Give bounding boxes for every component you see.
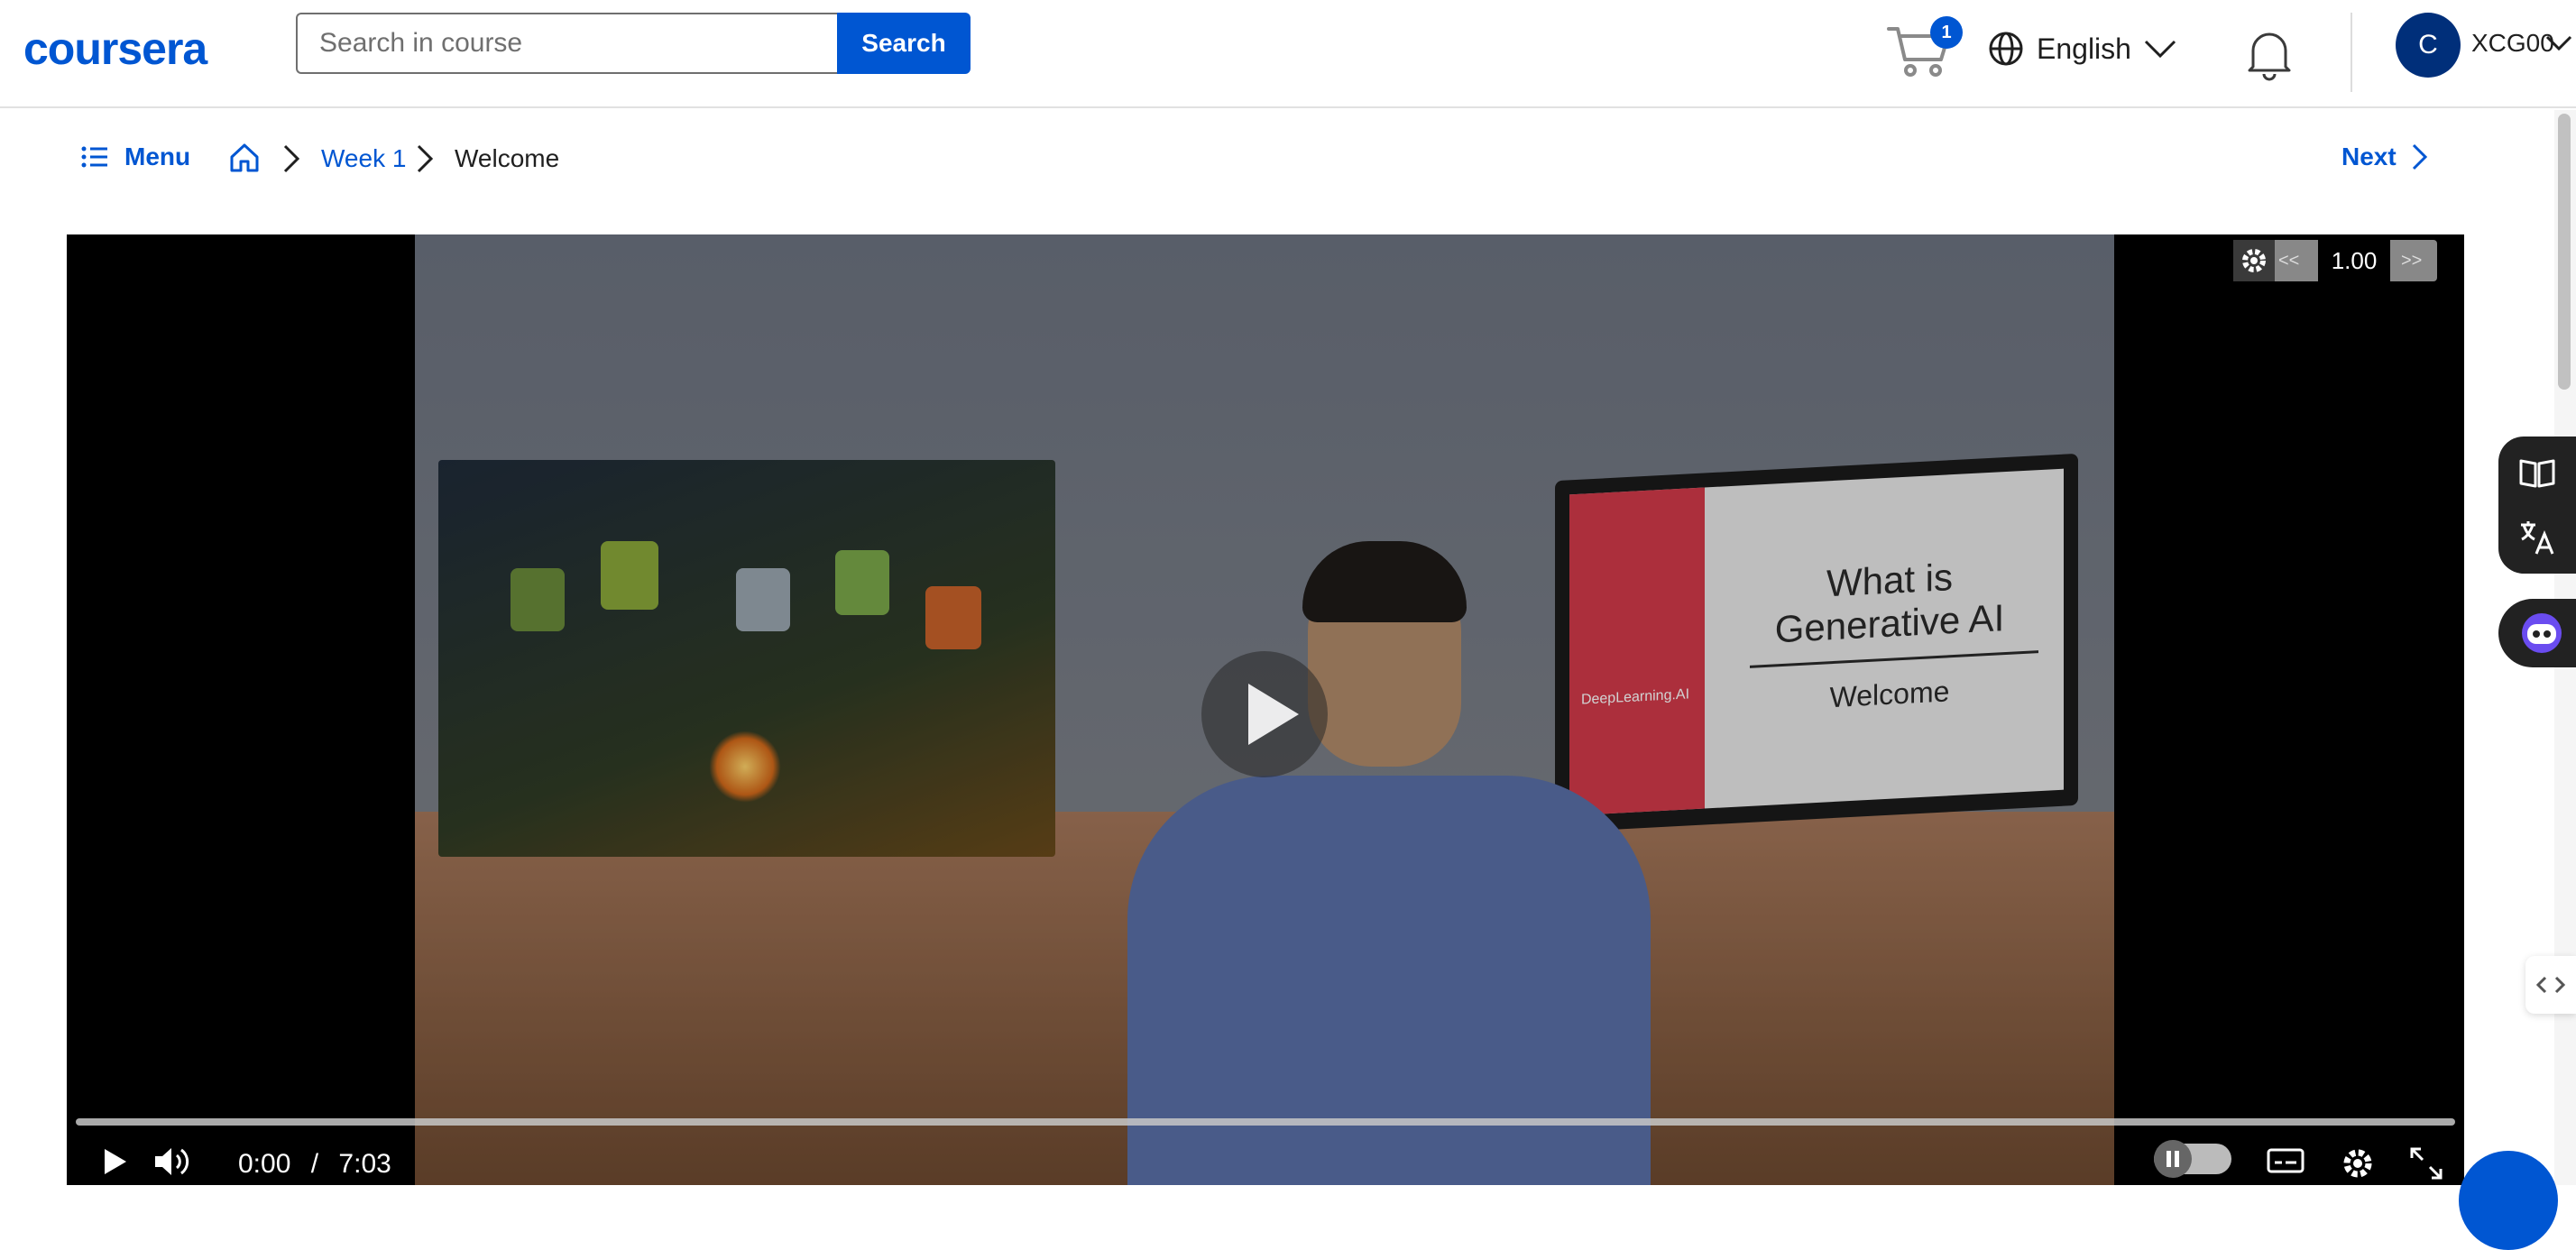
chevron-down-icon <box>2144 38 2176 60</box>
next-label: Next <box>2341 142 2397 170</box>
chat-button[interactable] <box>2459 1151 2558 1250</box>
robot-icon <box>2520 611 2563 655</box>
bell-icon[interactable] <box>2244 27 2295 81</box>
gear-icon[interactable] <box>2233 240 2275 281</box>
time-separator: / <box>310 1149 319 1179</box>
coursera-logo[interactable]: coursera <box>23 23 207 74</box>
username[interactable]: XCG00 <box>2471 29 2554 58</box>
assistant-button[interactable] <box>2498 599 2576 667</box>
duration: 7:03 <box>338 1149 391 1179</box>
cart-count-badge: 1 <box>1930 16 1963 49</box>
speed-decrease-button[interactable]: << <box>2278 251 2299 271</box>
volume-icon[interactable] <box>153 1145 193 1178</box>
next-button[interactable]: Next <box>2341 142 2429 171</box>
speed-value: 1.00 <box>2318 240 2390 281</box>
progress-bar[interactable] <box>76 1118 2455 1126</box>
toggle-knob <box>2154 1140 2192 1178</box>
chevron-down-icon[interactable] <box>2545 34 2572 52</box>
top-header: coursera Search 1 English C XCG00 <box>0 0 2576 108</box>
language-label: English <box>2037 32 2131 65</box>
translate-icon[interactable] <box>2518 519 2556 556</box>
menu-button[interactable]: Menu <box>81 142 190 171</box>
video-player[interactable]: DeepLearning.AI What is Generative AI We… <box>67 234 2464 1185</box>
menu-label: Menu <box>124 142 191 170</box>
list-icon <box>81 145 108 169</box>
globe-icon <box>1988 31 2024 67</box>
captions-icon[interactable] <box>2266 1145 2305 1178</box>
search-input[interactable] <box>296 13 837 74</box>
search-button[interactable]: Search <box>837 13 971 74</box>
chevron-right-icon <box>2411 143 2429 170</box>
speed-increase-button[interactable]: >> <box>2401 251 2422 271</box>
breadcrumb-week-link[interactable]: Week 1 <box>321 144 406 173</box>
fullscreen-icon[interactable] <box>2408 1145 2444 1181</box>
avatar[interactable]: C <box>2396 13 2461 78</box>
play-icon[interactable] <box>97 1145 130 1178</box>
home-icon[interactable] <box>229 142 260 173</box>
side-toolbar <box>2498 437 2576 574</box>
breadcrumb-current: Welcome <box>455 144 560 172</box>
gear-icon[interactable] <box>2340 1145 2376 1181</box>
book-icon[interactable] <box>2518 456 2556 489</box>
code-icon <box>2535 972 2567 997</box>
autoplay-toggle[interactable] <box>2154 1140 2231 1178</box>
current-time: 0:00 <box>238 1149 291 1179</box>
play-icon[interactable] <box>1201 651 1328 777</box>
language-selector[interactable]: English <box>1988 23 2176 74</box>
code-widget[interactable] <box>2525 956 2576 1014</box>
chevron-right-icon <box>281 144 301 173</box>
chevron-right-icon <box>415 144 435 173</box>
scrollbar-thumb[interactable] <box>2558 114 2571 390</box>
header-divider <box>2351 13 2352 92</box>
time-display: 0:00 / 7:03 <box>238 1149 391 1180</box>
